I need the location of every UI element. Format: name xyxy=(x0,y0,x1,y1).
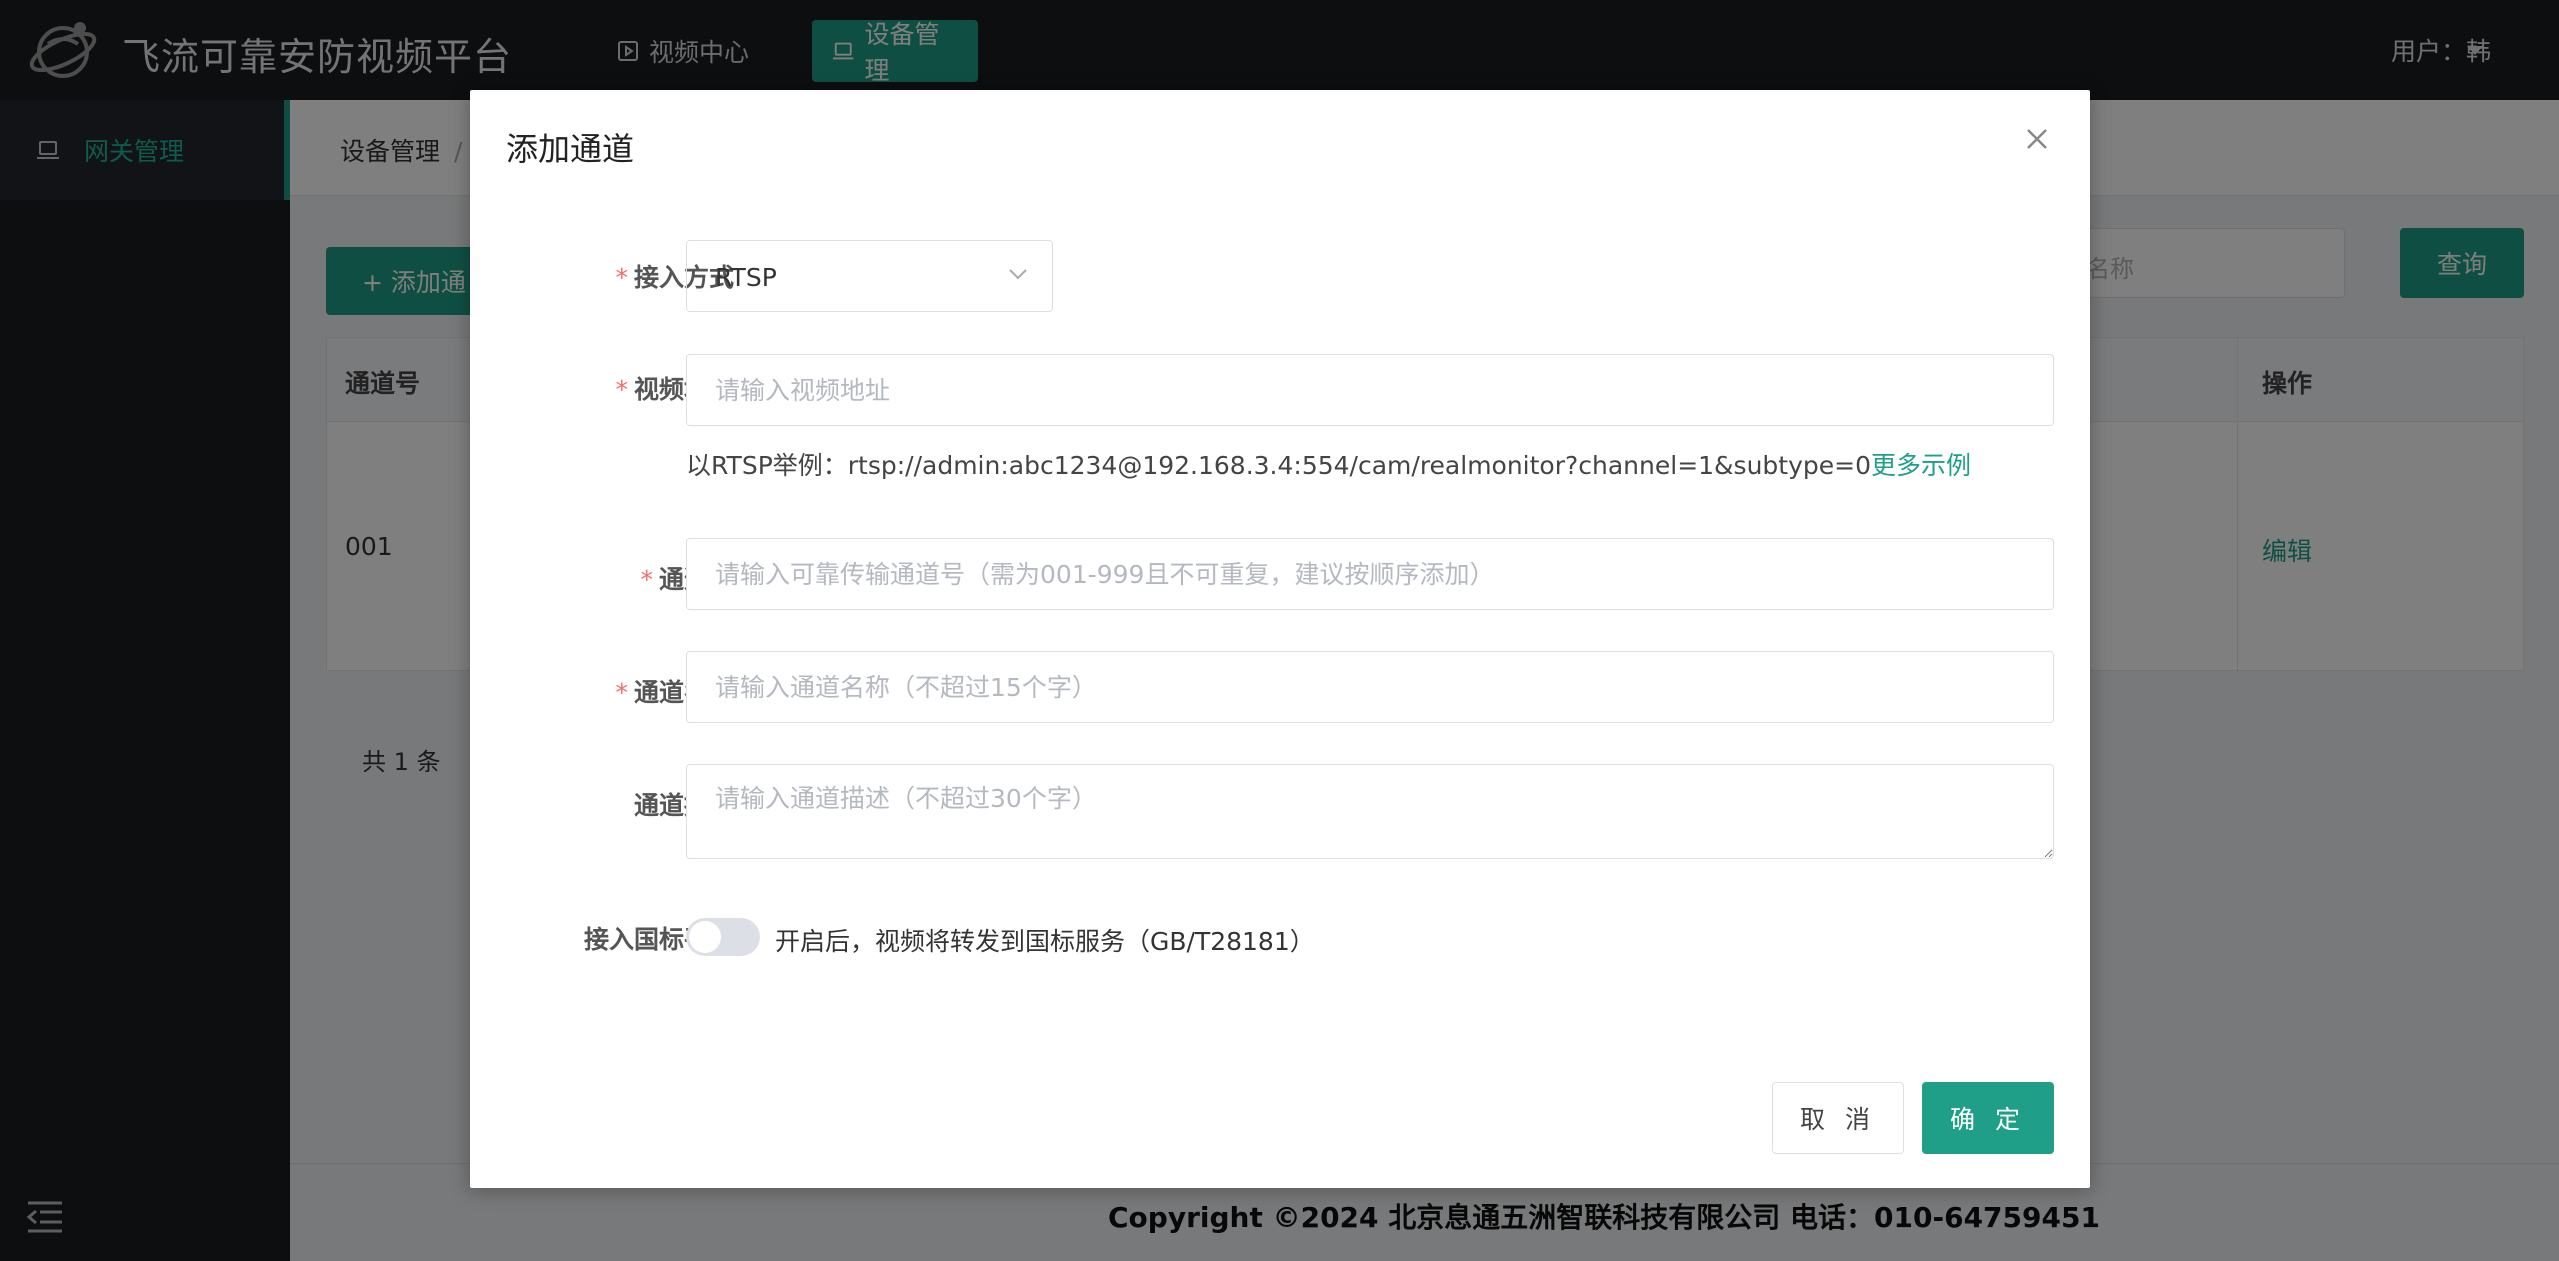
required-mark: * xyxy=(640,565,653,594)
video-url-hint-text: 以RTSP举例：rtsp://admin:abc1234@192.168.3.4… xyxy=(686,451,1871,480)
confirm-button[interactable]: 确 定 xyxy=(1922,1082,2054,1154)
close-icon[interactable] xyxy=(2022,124,2052,154)
chevron-down-icon xyxy=(1009,269,1027,280)
video-url-input[interactable] xyxy=(686,354,2054,426)
gb-platform-switch[interactable] xyxy=(686,918,760,956)
add-channel-dialog: 添加通道 *接入方式 RTSP *视频地址 以RTSP举例：rtsp://adm… xyxy=(470,90,2090,1188)
required-mark: * xyxy=(615,678,628,707)
video-url-hint: 以RTSP举例：rtsp://admin:abc1234@192.168.3.4… xyxy=(686,446,1971,482)
channel-desc-textarea[interactable] xyxy=(686,764,2054,859)
switch-knob xyxy=(689,921,721,953)
access-mode-select[interactable]: RTSP xyxy=(686,240,1053,312)
cancel-button[interactable]: 取 消 xyxy=(1772,1082,1904,1154)
more-examples-link[interactable]: 更多示例 xyxy=(1871,451,1971,480)
channel-name-input[interactable] xyxy=(686,651,2054,723)
access-mode-value: RTSP xyxy=(715,263,777,292)
dialog-title: 添加通道 xyxy=(506,130,635,168)
required-mark: * xyxy=(615,375,628,404)
gb-platform-description: 开启后，视频将转发到国标服务（GB/T28181） xyxy=(775,927,1315,956)
channel-no-input[interactable] xyxy=(686,538,2054,610)
required-mark: * xyxy=(615,263,628,292)
